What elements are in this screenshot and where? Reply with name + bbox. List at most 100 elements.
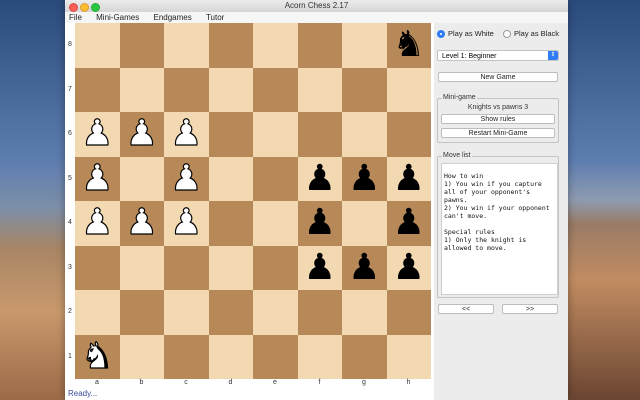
black-pawn-icon[interactable]: ♟ <box>348 249 380 286</box>
play-as-white-option[interactable]: Play as White <box>437 29 494 38</box>
board-square-h6[interactable] <box>386 112 431 157</box>
white-pawn-icon[interactable]: ♟ <box>81 160 114 197</box>
board-square-g2[interactable] <box>342 290 387 335</box>
board-square-g6[interactable] <box>342 112 387 157</box>
next-move-button[interactable]: >> <box>502 304 558 314</box>
board-square-h1[interactable] <box>386 334 431 379</box>
board-square-h8[interactable]: ♞ <box>386 23 431 68</box>
black-pawn-icon[interactable]: ♟ <box>393 205 425 241</box>
board-square-d7[interactable] <box>208 67 253 112</box>
white-pawn-icon[interactable]: ♟ <box>170 160 203 197</box>
white-pawn-icon[interactable]: ♟ <box>125 115 158 152</box>
new-game-button[interactable]: New Game <box>438 72 558 82</box>
black-pawn-icon[interactable]: ♟ <box>348 160 380 197</box>
board-square-a6[interactable]: ♟ <box>75 112 120 157</box>
board-square-f2[interactable] <box>297 290 342 335</box>
board-square-e6[interactable] <box>253 112 298 157</box>
board-square-c1[interactable] <box>164 334 209 379</box>
black-pawn-icon[interactable]: ♟ <box>304 249 336 286</box>
restart-mini-game-button[interactable]: Restart Mini-Game <box>441 128 555 138</box>
menu-file[interactable]: File <box>69 13 82 22</box>
board-square-d1[interactable] <box>208 334 253 379</box>
board-square-b2[interactable] <box>119 290 164 335</box>
board-square-f4[interactable]: ♟ <box>297 201 342 246</box>
board-square-h3[interactable]: ♟ <box>386 245 431 290</box>
board-square-g1[interactable] <box>342 334 387 379</box>
board-square-b4[interactable]: ♟ <box>119 201 164 246</box>
board-square-f1[interactable] <box>297 334 342 379</box>
white-pawn-icon[interactable]: ♟ <box>125 204 158 241</box>
board-square-c7[interactable] <box>164 67 209 112</box>
play-as-white-radio[interactable] <box>437 29 445 38</box>
black-knight-icon[interactable]: ♞ <box>393 27 425 63</box>
play-as-black-radio[interactable] <box>503 29 511 38</box>
board-square-e1[interactable] <box>253 334 298 379</box>
black-pawn-icon[interactable]: ♟ <box>304 205 336 241</box>
board-square-h2[interactable] <box>386 290 431 335</box>
board-square-a2[interactable] <box>75 290 120 335</box>
board-square-d6[interactable] <box>208 112 253 157</box>
board-square-e7[interactable] <box>253 67 298 112</box>
white-pawn-icon[interactable]: ♟ <box>81 204 114 241</box>
board-square-a5[interactable]: ♟ <box>75 156 120 201</box>
board-square-c2[interactable] <box>164 290 209 335</box>
white-knight-icon[interactable]: ♞ <box>81 338 114 375</box>
board-square-b8[interactable] <box>119 23 164 68</box>
board-square-b3[interactable] <box>119 245 164 290</box>
board-square-a3[interactable] <box>75 245 120 290</box>
board-square-g7[interactable] <box>342 67 387 112</box>
board-square-g3[interactable]: ♟ <box>342 245 387 290</box>
board-square-g8[interactable] <box>342 23 387 68</box>
board-square-f7[interactable] <box>297 67 342 112</box>
menu-mini-games[interactable]: Mini-Games <box>96 13 139 22</box>
board-square-f8[interactable] <box>297 23 342 68</box>
board-square-a4[interactable]: ♟ <box>75 201 120 246</box>
board-square-d3[interactable] <box>208 245 253 290</box>
board-square-b5[interactable] <box>119 156 164 201</box>
black-pawn-icon[interactable]: ♟ <box>393 249 425 286</box>
board-square-g5[interactable]: ♟ <box>342 156 387 201</box>
white-pawn-icon[interactable]: ♟ <box>81 115 114 152</box>
close-window-button[interactable] <box>69 3 78 12</box>
board-square-a1[interactable]: ♞ <box>75 334 120 379</box>
board-square-h4[interactable]: ♟ <box>386 201 431 246</box>
board-square-f5[interactable]: ♟ <box>297 156 342 201</box>
maximize-window-button[interactable] <box>91 3 100 12</box>
board-square-b1[interactable] <box>119 334 164 379</box>
board-square-e2[interactable] <box>253 290 298 335</box>
board-square-c4[interactable]: ♟ <box>164 201 209 246</box>
black-pawn-icon[interactable]: ♟ <box>304 160 336 197</box>
board-square-h7[interactable] <box>386 67 431 112</box>
menu-tutor[interactable]: Tutor <box>206 13 224 22</box>
minimize-window-button[interactable] <box>80 3 89 12</box>
board-square-c3[interactable] <box>164 245 209 290</box>
menu-endgames[interactable]: Endgames <box>153 13 191 22</box>
show-rules-button[interactable]: Show rules <box>441 114 555 124</box>
board-square-g4[interactable] <box>342 201 387 246</box>
board-square-d4[interactable] <box>208 201 253 246</box>
previous-move-button[interactable]: << <box>438 304 494 314</box>
board-square-h5[interactable]: ♟ <box>386 156 431 201</box>
board-square-e3[interactable] <box>253 245 298 290</box>
board-square-e4[interactable] <box>253 201 298 246</box>
move-list-text[interactable]: How to win 1) You win if you capture all… <box>441 163 558 295</box>
black-pawn-icon[interactable]: ♟ <box>393 160 425 197</box>
board-square-a7[interactable] <box>75 67 120 112</box>
board-square-d5[interactable] <box>208 156 253 201</box>
board-square-f6[interactable] <box>297 112 342 157</box>
board-square-f3[interactable]: ♟ <box>297 245 342 290</box>
board-square-b6[interactable]: ♟ <box>119 112 164 157</box>
white-pawn-icon[interactable]: ♟ <box>170 204 203 241</box>
board-square-e8[interactable] <box>253 23 298 68</box>
board-square-c8[interactable] <box>164 23 209 68</box>
play-as-black-option[interactable]: Play as Black <box>503 29 559 38</box>
board-square-e5[interactable] <box>253 156 298 201</box>
board-square-c5[interactable]: ♟ <box>164 156 209 201</box>
board-square-a8[interactable] <box>75 23 120 68</box>
board-square-c6[interactable]: ♟ <box>164 112 209 157</box>
level-select[interactable]: Level 1: Beginner ⇕ <box>437 50 559 61</box>
chevron-updown-icon[interactable]: ⇕ <box>548 51 558 60</box>
board-square-d2[interactable] <box>208 290 253 335</box>
board-square-b7[interactable] <box>119 67 164 112</box>
white-pawn-icon[interactable]: ♟ <box>170 115 203 152</box>
